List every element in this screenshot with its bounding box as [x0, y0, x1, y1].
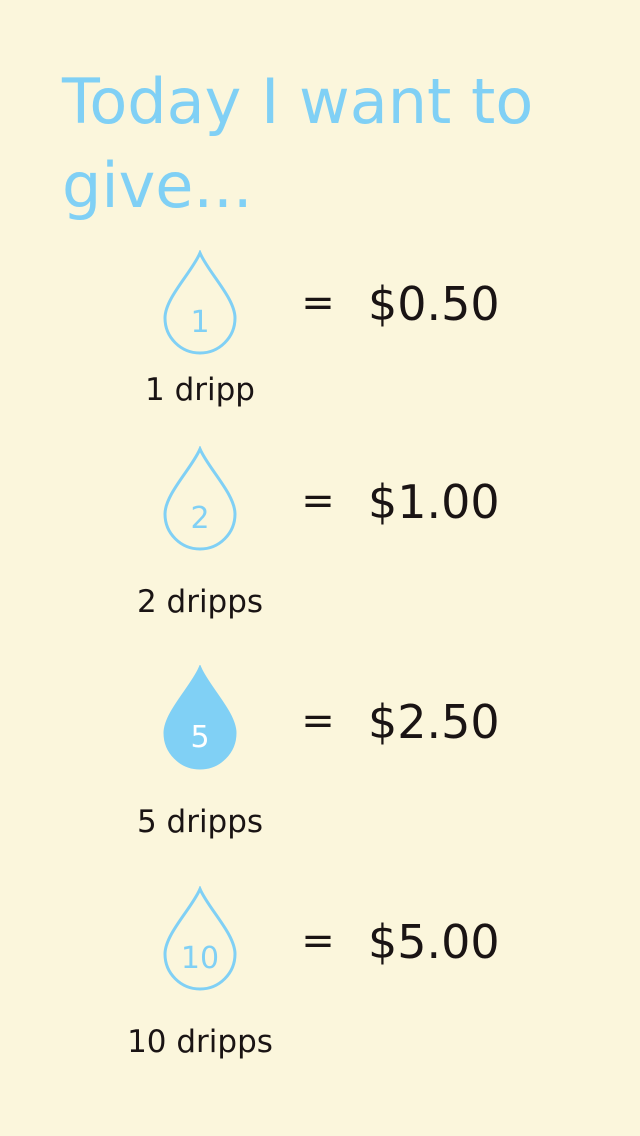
- water-drop-icon: 2: [162, 446, 238, 552]
- option-10-dripps[interactable]: 10 10 dripps = $5.00: [0, 886, 640, 1086]
- equals-sign: =: [301, 478, 335, 524]
- drop-count: 5: [190, 720, 210, 755]
- page-title: Today I want to give...: [62, 65, 534, 222]
- equals-sign: =: [301, 698, 335, 744]
- price-value: $1.00: [368, 475, 500, 529]
- dripp-count-label: 1 dripp: [145, 372, 255, 408]
- water-drop-filled-icon: 5: [162, 665, 238, 771]
- price-value: $2.50: [368, 695, 500, 749]
- dripp-count-label: 5 dripps: [136, 804, 264, 840]
- drop-count: 1: [190, 305, 210, 340]
- water-drop-icon: 1: [162, 250, 238, 356]
- drop-count: 2: [190, 501, 210, 536]
- equals-sign: =: [301, 280, 335, 326]
- price-value: $5.00: [368, 915, 500, 969]
- option-2-dripps[interactable]: 2 2 dripps = $1.00: [0, 446, 640, 646]
- dripp-count-label: 2 dripps: [136, 584, 264, 620]
- price-value: $0.50: [368, 277, 500, 331]
- equals-sign: =: [301, 918, 335, 964]
- dripp-count-label: 10 dripps: [127, 1024, 273, 1060]
- drop-count: 10: [180, 941, 220, 976]
- option-1-dripp[interactable]: 1 1 dripp = $0.50: [0, 250, 640, 450]
- option-5-dripps[interactable]: 5 5 dripps = $2.50: [0, 665, 640, 865]
- water-drop-icon: 10: [162, 886, 238, 992]
